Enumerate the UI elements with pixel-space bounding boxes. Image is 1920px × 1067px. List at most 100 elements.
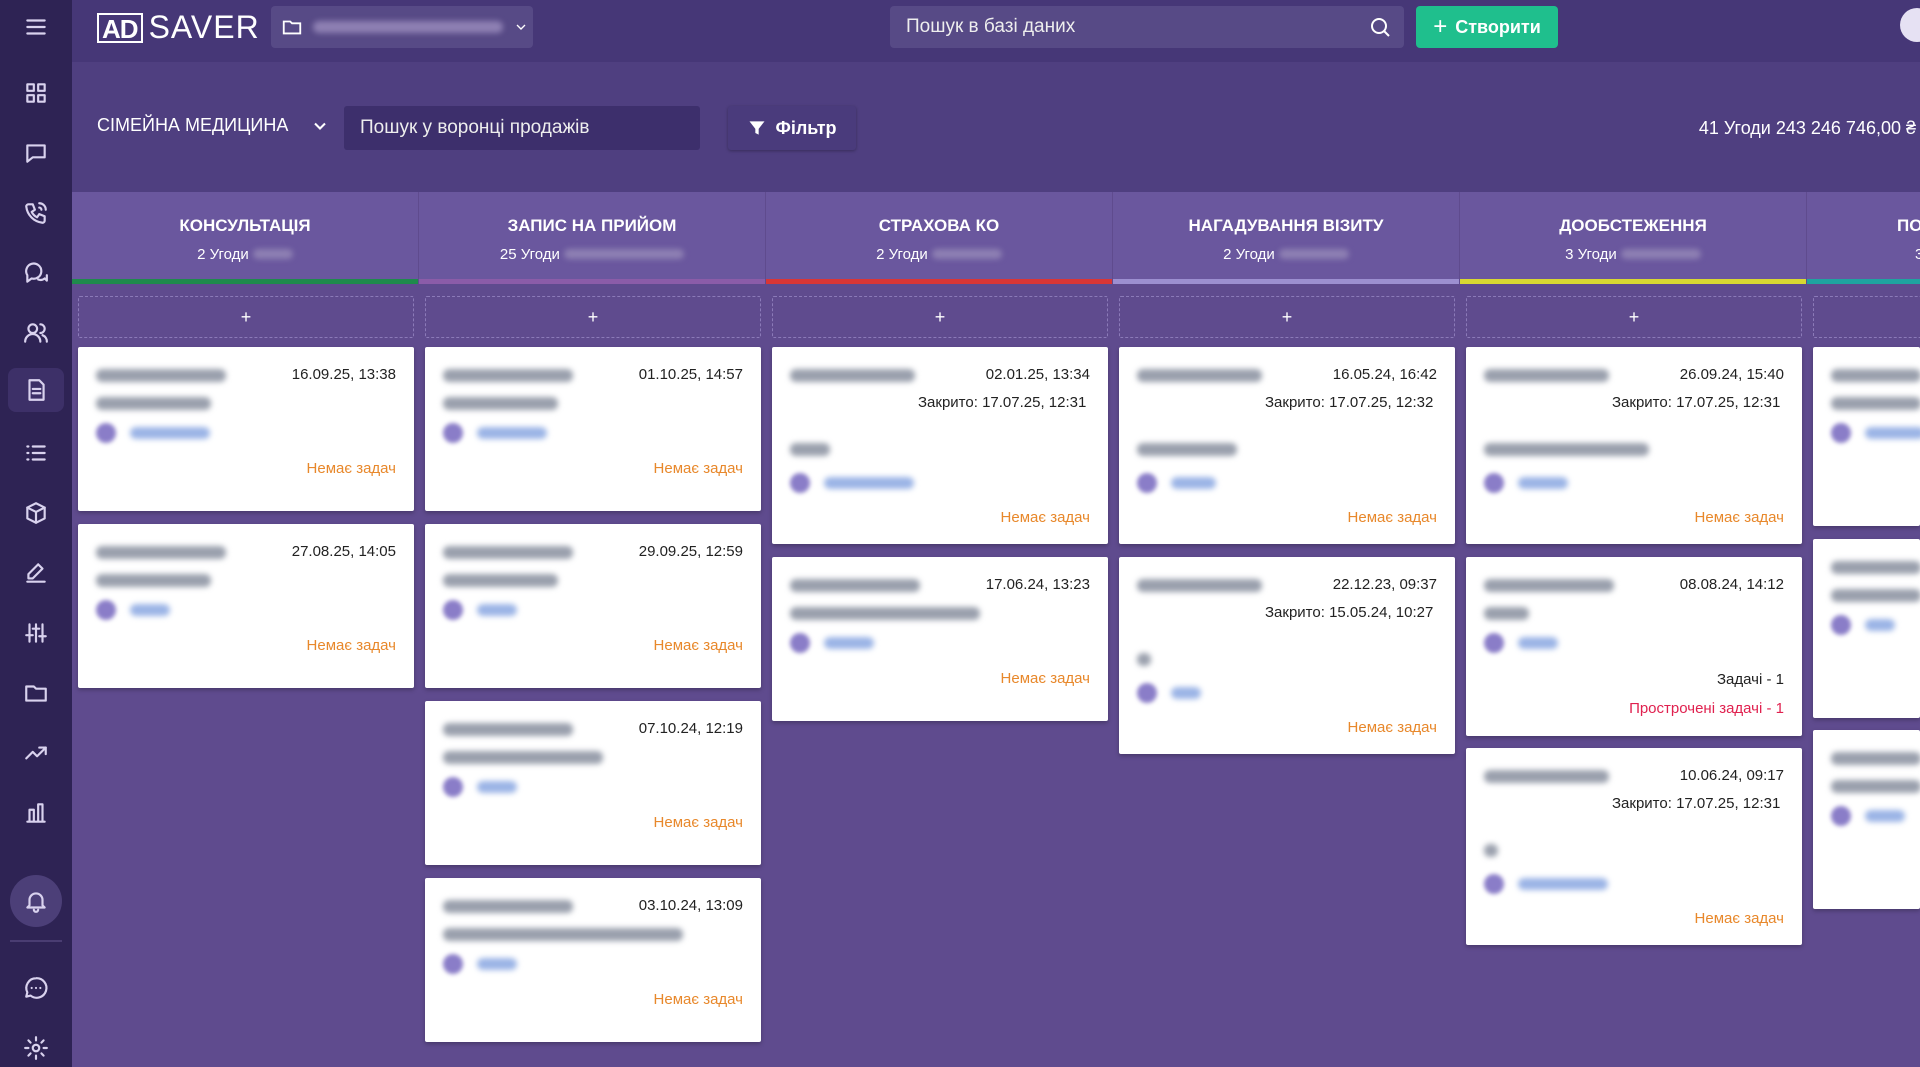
deal-date: 22.12.23, 09:37 (1332, 576, 1437, 593)
edit-icon[interactable] (14, 551, 58, 595)
deals-icon[interactable] (8, 368, 64, 412)
add-deal-button[interactable]: + (772, 296, 1108, 338)
list-icon[interactable] (14, 431, 58, 475)
deal-card[interactable]: 10.06.24, 09:17 Закрито: 17.07.25, 12:31… (1466, 748, 1802, 945)
tasks-status: Немає задач (653, 460, 743, 477)
deal-card[interactable]: 03.10.24, 13:09 Немає задач (425, 878, 761, 1042)
tasks-status: Немає задач (653, 637, 743, 654)
users-icon[interactable] (14, 311, 58, 355)
column-header: КОНСУЛЬТАЦІЯ 2 Угоди (72, 192, 418, 284)
deal-date: 16.05.24, 16:42 (1332, 366, 1437, 383)
workspace-selector[interactable] (271, 6, 533, 48)
column-color-line (1113, 279, 1459, 284)
column-count: 3 (1915, 246, 1920, 263)
create-button[interactable]: + Створити (1416, 6, 1558, 48)
phone-icon[interactable] (14, 191, 58, 235)
deal-card[interactable]: 01.10.25, 14:57 Немає задач (425, 347, 761, 511)
overdue-tasks: Прострочені задачі - 1 (1629, 700, 1784, 717)
column-color-line (766, 279, 1112, 284)
column-header: НАГАДУВАННЯ ВІЗИТУ 2 Угоди (1113, 192, 1459, 284)
deal-date: 17.06.24, 13:23 (985, 576, 1090, 593)
column-count: 2 Угоди (1113, 246, 1459, 263)
tasks-status: Немає задач (1347, 509, 1437, 526)
funnel-search-input[interactable]: Пошук у воронці продажів (344, 106, 700, 150)
deal-card[interactable]: 16.05.24, 16:42 Закрито: 17.07.25, 12:32… (1119, 347, 1455, 544)
dashboard-icon[interactable] (14, 71, 58, 115)
logo: AD SAVER (97, 9, 260, 46)
deal-card[interactable] (1813, 347, 1920, 526)
deal-card[interactable]: 17.06.24, 13:23 Немає задач (772, 557, 1108, 721)
deal-date: 29.09.25, 12:59 (638, 543, 743, 560)
tasks-status: Немає задач (653, 991, 743, 1008)
closed-date: Закрито: 17.07.25, 12:32 (1265, 394, 1434, 411)
folder-icon[interactable] (14, 671, 58, 715)
add-deal-button[interactable]: + (1466, 296, 1802, 338)
top-bar: AD SAVER Пошук в базі даних + Створити (72, 0, 1920, 62)
add-deal-button[interactable] (1813, 296, 1920, 338)
deal-card[interactable]: 08.08.24, 14:12 Задачі - 1 Прострочені з… (1466, 557, 1802, 736)
deal-card[interactable]: 27.08.25, 14:05 Немає задач (78, 524, 414, 688)
deal-card[interactable]: 02.01.25, 13:34 Закрито: 17.07.25, 12:31… (772, 347, 1108, 544)
chevron-down-icon (314, 122, 327, 130)
column-title: СТРАХОВА КО (878, 216, 1000, 235)
chat-icon[interactable] (14, 131, 58, 175)
tasks-count: Задачі - 1 (1717, 671, 1784, 688)
analytics-icon[interactable] (14, 731, 58, 775)
pipeline-selector[interactable]: СІМЕЙНА МЕДИЦИНА (97, 115, 330, 136)
deal-card[interactable]: 07.10.24, 12:19 Немає задач (425, 701, 761, 865)
deal-card[interactable]: 29.09.25, 12:59 Немає задач (425, 524, 761, 688)
column-color-line (419, 279, 765, 284)
closed-date: Закрито: 17.07.25, 12:31 (1612, 795, 1781, 812)
tasks-status: Немає задач (1694, 509, 1784, 526)
add-deal-button[interactable]: + (425, 296, 761, 338)
reports-icon[interactable] (14, 791, 58, 835)
menu-icon[interactable] (14, 5, 58, 49)
deal-card[interactable]: 26.09.24, 15:40 Закрито: 17.07.25, 12:31… (1466, 347, 1802, 544)
column-count: 3 Угоди (1460, 246, 1806, 263)
notifications-bell-icon[interactable] (10, 875, 62, 927)
deal-card[interactable] (1813, 730, 1920, 909)
column-header: ПО 3 (1807, 192, 1920, 284)
deal-card[interactable] (1813, 539, 1920, 718)
tasks-status: Немає задач (1000, 509, 1090, 526)
column-title: ДООБСТЕЖЕННЯ (1559, 216, 1707, 235)
deal-date: 08.08.24, 14:12 (1679, 576, 1784, 593)
tasks-status: Немає задач (653, 814, 743, 831)
add-deal-button[interactable]: + (78, 296, 414, 338)
column-title: ЗАПИС НА ПРИЙОМ (507, 216, 677, 235)
add-deal-button[interactable]: + (1119, 296, 1455, 338)
filter-button[interactable]: Фільтр (728, 106, 856, 150)
pipeline-toolbar: СІМЕЙНА МЕДИЦИНА Пошук у воронці продажі… (72, 62, 1920, 192)
deal-date: 03.10.24, 13:09 (638, 897, 743, 914)
support-chat-icon[interactable] (14, 966, 58, 1010)
products-icon[interactable] (14, 491, 58, 535)
filter-icon (749, 121, 765, 135)
plus-icon: + (1433, 13, 1448, 40)
deal-date: 10.06.24, 09:17 (1679, 767, 1784, 784)
tasks-status: Немає задач (1694, 910, 1784, 927)
database-search-input[interactable]: Пошук в базі даних (890, 6, 1404, 48)
column-header: ЗАПИС НА ПРИЙОМ 25 Угоди (419, 192, 765, 284)
column-title: КОНСУЛЬТАЦІЯ (179, 216, 311, 235)
logo-mark: AD (97, 12, 143, 43)
column-count: 2 Угоди (72, 246, 418, 263)
deal-date: 27.08.25, 14:05 (291, 543, 396, 560)
sidebar (0, 0, 72, 1067)
workspace-name-redacted (313, 21, 503, 33)
avatar[interactable] (1900, 8, 1920, 42)
deal-card[interactable]: 22.12.23, 09:37 Закрито: 15.05.24, 10:27… (1119, 557, 1455, 754)
sidebar-divider (10, 940, 62, 942)
column-count: 25 Угоди (419, 246, 765, 263)
closed-date: Закрито: 17.07.25, 12:31 (918, 394, 1087, 411)
chevron-down-icon (516, 24, 526, 30)
messages-icon[interactable] (14, 251, 58, 295)
gear-icon[interactable] (14, 1026, 58, 1067)
closed-date: Закрито: 15.05.24, 10:27 (1265, 604, 1434, 621)
tasks-status: Немає задач (1000, 670, 1090, 687)
column-header: СТРАХОВА КО 2 Угоди (766, 192, 1112, 284)
tasks-status: Немає задач (1347, 719, 1437, 736)
deal-date: 26.09.24, 15:40 (1679, 366, 1784, 383)
settings-sliders-icon[interactable] (14, 611, 58, 655)
deal-card[interactable]: 16.09.25, 13:38 Немає задач (78, 347, 414, 511)
folder-icon (282, 20, 302, 35)
